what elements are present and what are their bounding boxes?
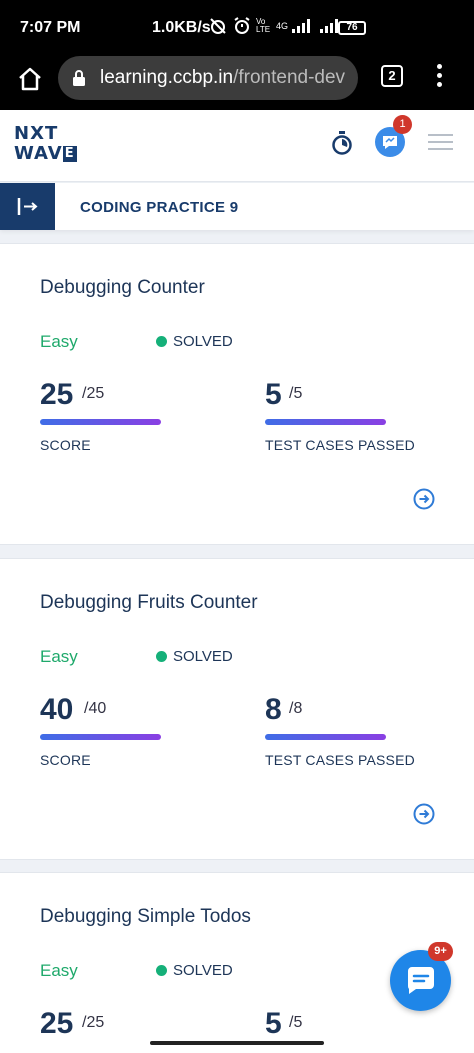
score-value: 25 xyxy=(40,378,74,411)
question-title[interactable]: Debugging Simple Todos xyxy=(40,906,251,928)
tests-label: TEST CASES PASSED xyxy=(265,752,415,768)
tests-progress-bar xyxy=(265,734,386,740)
notification-badge: 1 xyxy=(393,115,412,134)
alarm-icon xyxy=(234,17,250,34)
status-label: SOLVED xyxy=(173,648,233,665)
status-time: 7:07 PM xyxy=(20,19,81,36)
tests-progress-bar xyxy=(265,419,386,425)
tests-total: /5 xyxy=(289,1014,303,1031)
battery-icon: 76 xyxy=(338,21,366,35)
tests-value: 8 xyxy=(265,693,282,726)
expand-sidebar-button[interactable] xyxy=(0,183,55,230)
status-label: SOLVED xyxy=(173,962,233,979)
tests-value: 5 xyxy=(265,378,282,411)
practice-title: CODING PRACTICE 9 xyxy=(80,199,239,216)
signal-icon xyxy=(292,19,311,33)
logo-top: NXT xyxy=(14,123,59,144)
nxtwave-logo[interactable]: NXT WAV E xyxy=(14,124,77,164)
question-title[interactable]: Debugging Fruits Counter xyxy=(40,592,258,614)
home-icon[interactable] xyxy=(16,65,44,93)
lock-icon xyxy=(73,70,85,86)
volte-icon: Vo LTE xyxy=(256,17,271,34)
stopwatch-icon[interactable] xyxy=(330,130,354,156)
score-label: SCORE xyxy=(40,437,91,453)
question-card[interactable]: Debugging Counter Easy SOLVED 25 /25 SCO… xyxy=(0,243,474,545)
tab-switcher-button[interactable]: 2 xyxy=(381,65,403,87)
status-icons: Vo LTE 4G xyxy=(208,16,339,36)
chat-unread-badge: 9+ xyxy=(428,942,453,961)
score-value: 40 xyxy=(40,693,74,726)
question-title[interactable]: Debugging Counter xyxy=(40,277,205,299)
url-path: /frontend-dev xyxy=(233,67,346,88)
score-progress-bar xyxy=(40,734,161,740)
tests-total: /5 xyxy=(289,385,303,402)
solved-dot-icon xyxy=(156,651,167,662)
score-value: 25 xyxy=(40,1007,74,1040)
question-card[interactable]: Debugging Fruits Counter Easy SOLVED 40 … xyxy=(0,558,474,860)
hamburger-menu-icon[interactable] xyxy=(428,134,453,152)
alarm-off-icon xyxy=(210,18,226,34)
difficulty-label: Easy xyxy=(40,961,78,980)
tests-label: TEST CASES PASSED xyxy=(265,437,415,453)
difficulty-label: Easy xyxy=(40,647,78,666)
expand-arrow-icon xyxy=(17,198,38,215)
score-progress-bar xyxy=(40,419,161,425)
score-total: /25 xyxy=(82,1014,105,1031)
tests-total: /8 xyxy=(289,700,303,717)
arrow-right-circle-icon[interactable] xyxy=(413,803,435,825)
difficulty-label: Easy xyxy=(40,332,78,351)
browser-menu-button[interactable] xyxy=(435,64,443,90)
logo-e: E xyxy=(62,146,77,162)
score-total: /25 xyxy=(82,385,105,402)
url-host: learning.ccbp.in xyxy=(100,67,234,88)
network-speed: 1.0KB/s xyxy=(152,19,211,36)
signal-2-icon xyxy=(320,19,339,33)
status-label: SOLVED xyxy=(173,333,233,350)
score-label: SCORE xyxy=(40,752,91,768)
gesture-nav-handle[interactable] xyxy=(150,1041,324,1045)
tests-value: 5 xyxy=(265,1007,282,1040)
browser-toolbar: learning.ccbp.in/frontend-dev 2 xyxy=(0,56,474,110)
score-total: /40 xyxy=(84,700,107,717)
practice-bar: CODING PRACTICE 9 xyxy=(0,183,474,230)
solved-dot-icon xyxy=(156,965,167,976)
address-bar[interactable]: learning.ccbp.in/frontend-dev xyxy=(58,56,358,100)
url-text: learning.ccbp.in/frontend-dev xyxy=(100,67,345,89)
solved-dot-icon xyxy=(156,336,167,347)
status-bar: 7:07 PM 1.0KB/s Vo LTE 4G 76 xyxy=(0,0,474,56)
arrow-right-circle-icon[interactable] xyxy=(413,488,435,510)
network-type: 4G xyxy=(276,21,289,31)
logo-bottom: WAV E xyxy=(14,143,77,164)
